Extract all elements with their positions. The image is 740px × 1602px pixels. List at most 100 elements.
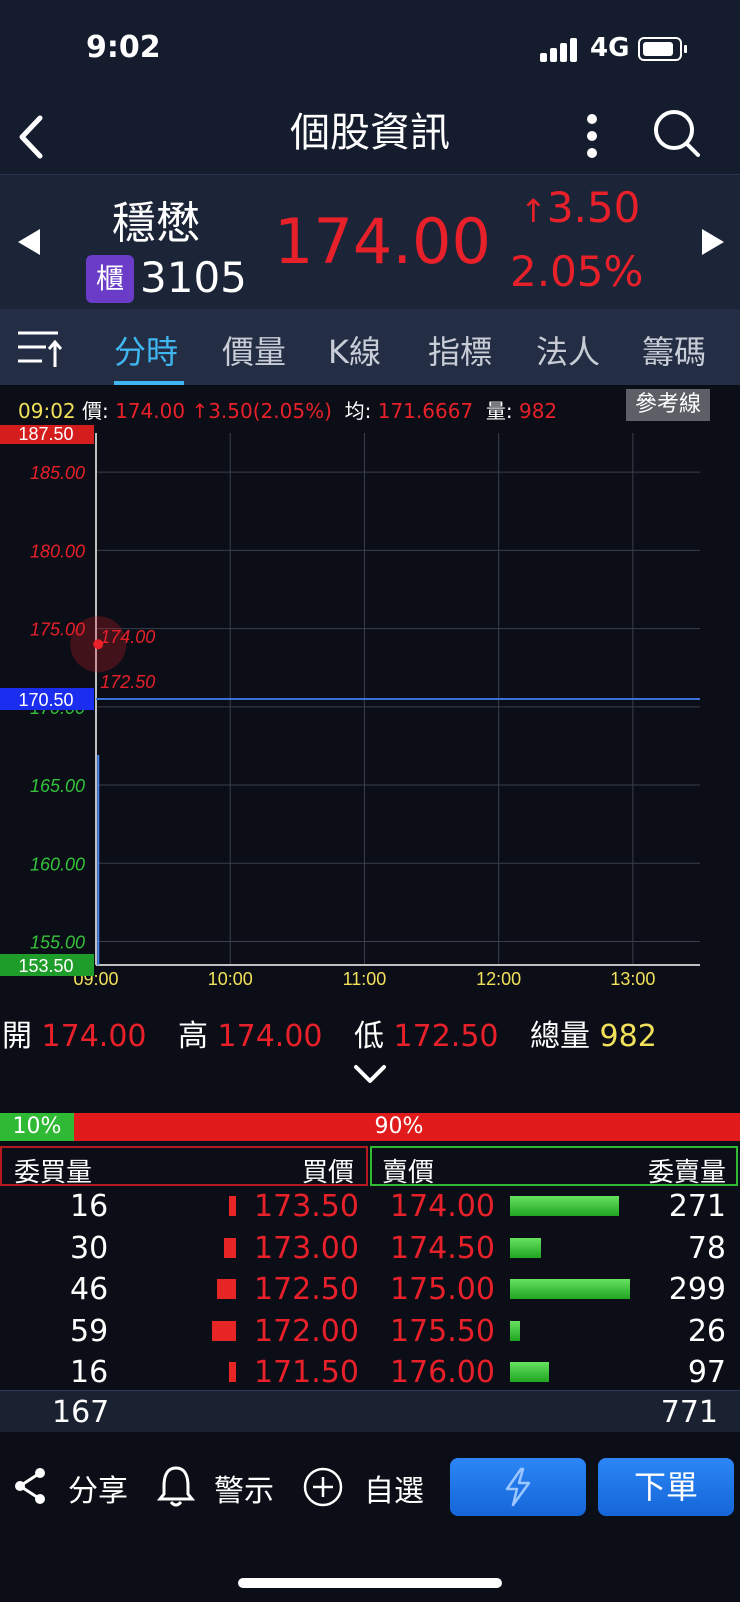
order-book-row[interactable]: 59 172.00 175.50 26 (0, 1311, 740, 1352)
buy-qty-bar (212, 1320, 236, 1341)
buy-qty-bar (217, 1279, 236, 1299)
share-icon[interactable] (12, 1466, 48, 1506)
next-stock-icon[interactable] (700, 227, 726, 257)
price-change-pct: 2.05% (510, 247, 644, 296)
buy-qty: 16 (70, 1355, 109, 1390)
tab-price-volume[interactable]: 價量 (222, 327, 286, 373)
bell-icon[interactable] (156, 1464, 196, 1508)
add-circle-icon[interactable] (302, 1466, 344, 1508)
buy-qty-bar (229, 1196, 236, 1216)
tab-time-share[interactable]: 分時 (114, 327, 178, 373)
open-item: 開 174.00 (2, 1011, 147, 1055)
info-avg-label: 均: (344, 399, 372, 423)
sell-qty-bar (510, 1196, 619, 1216)
high-value: 174.00 (217, 1019, 323, 1054)
buy-price[interactable]: 172.00 (254, 1314, 359, 1349)
y-low-tag: 153.50 (18, 956, 73, 976)
point-high-label: 174.00 (100, 627, 155, 647)
buy-price[interactable]: 173.50 (254, 1189, 359, 1224)
watchlist-button[interactable]: 自選 (364, 1466, 424, 1510)
sell-total: 771 (660, 1395, 718, 1430)
bottom-toolbar: 分享 警示 自選 下單 (0, 1432, 740, 1602)
info-vol-label: 量: (485, 399, 513, 423)
sell-price[interactable]: 175.00 (390, 1272, 495, 1307)
info-time: 09:02 (18, 399, 76, 423)
alert-button[interactable]: 警示 (214, 1466, 274, 1510)
buy-qty-bar (229, 1362, 236, 1382)
search-icon[interactable] (652, 106, 702, 160)
sell-price[interactable]: 176.00 (390, 1355, 495, 1390)
tab-kline[interactable]: K線 (328, 327, 381, 373)
open-label: 開 (2, 1019, 32, 1054)
tab-institutional[interactable]: 法人 (536, 327, 600, 373)
more-icon[interactable] (580, 108, 604, 164)
battery-tip (684, 45, 687, 53)
chart-grid: 185.00180.00175.00170.00165.00160.00155.… (30, 433, 700, 989)
buy-price[interactable]: 171.50 (254, 1355, 359, 1390)
order-book-row[interactable]: 46 172.50 175.00 299 (0, 1269, 740, 1310)
home-indicator (238, 1578, 502, 1588)
high-label: 高 (178, 1019, 208, 1054)
prev-stock-icon[interactable] (16, 227, 42, 257)
up-arrow-icon: ↑ (520, 192, 547, 230)
info-line: 09:02 價: 174.00 ↑3.50(2.05%) 均: 171.6667… (18, 395, 557, 424)
sell-price[interactable]: 174.50 (390, 1231, 495, 1266)
reference-line-button[interactable]: 參考線 (626, 389, 710, 421)
volume-item: 總量 982 (530, 1011, 657, 1055)
buy-qty: 30 (70, 1230, 109, 1266)
stock-code: 3105 (140, 253, 247, 302)
volume-value: 982 (599, 1019, 657, 1054)
sell-qty-bar (510, 1320, 520, 1341)
sell-qty-header: 委賣量 (647, 1158, 726, 1188)
info-price: 174.00 (115, 399, 186, 423)
x-tick-label: 13:00 (610, 969, 655, 989)
buy-price-header: 買價 (301, 1158, 354, 1188)
x-tick-label: 12:00 (476, 969, 521, 989)
intraday-chart[interactable]: 185.00180.00175.00170.00165.00160.00155.… (0, 425, 740, 990)
tab-indicators[interactable]: 指標 (428, 327, 492, 373)
sell-header: 賣價 委賣量 (370, 1146, 738, 1188)
buy-qty: 16 (70, 1189, 109, 1224)
sell-qty: 26 (687, 1313, 726, 1349)
chevron-left-icon[interactable] (16, 112, 46, 162)
sell-ratio: 90% (374, 1114, 424, 1139)
order-book-row[interactable]: 16 171.50 176.00 97 (0, 1352, 740, 1393)
share-button[interactable]: 分享 (68, 1466, 128, 1510)
info-bar: 09:02 價: 174.00 ↑3.50(2.05%) 均: 171.6667… (0, 385, 740, 425)
y-tick-label: 180.00 (30, 541, 85, 561)
buy-qty: 46 (70, 1272, 109, 1307)
sell-qty-bar (510, 1237, 541, 1258)
sell-qty-bar (510, 1279, 630, 1299)
sort-menu-icon[interactable] (16, 329, 62, 369)
buy-ratio: 10% (0, 1113, 74, 1141)
chevron-down-icon[interactable] (352, 1062, 388, 1086)
sell-price[interactable]: 174.00 (390, 1189, 495, 1224)
buy-qty-header: 委買量 (14, 1158, 93, 1188)
y-tick-label: 155.00 (30, 933, 85, 953)
buy-qty: 59 (70, 1313, 109, 1349)
buy-price[interactable]: 173.00 (254, 1231, 359, 1266)
info-price-label: 價: (82, 399, 109, 423)
status-bar: 9:02 4G (0, 0, 740, 100)
tab-chips[interactable]: 籌碼 (642, 327, 706, 373)
info-vol: 982 (518, 399, 558, 423)
info-avg: 171.6667 (377, 399, 474, 423)
sell-price[interactable]: 175.50 (390, 1314, 495, 1349)
buy-qty-bar (224, 1237, 236, 1258)
lightning-icon (505, 1467, 531, 1507)
ohlc-summary: 開 174.00 高 174.00 低 172.50 總量 982 (0, 1005, 740, 1055)
y-high-tag: 187.50 (18, 425, 73, 444)
book-totals: 167 771 (0, 1390, 740, 1432)
y-ref-tag: 170.50 (18, 690, 73, 710)
order-book-row[interactable]: 16 173.50 174.00 271 (0, 1186, 740, 1227)
low-item: 低 172.50 (354, 1011, 499, 1055)
buy-price[interactable]: 172.50 (254, 1272, 359, 1307)
order-book-row[interactable]: 30 173.00 174.50 78 (0, 1228, 740, 1269)
y-tick-label: 165.00 (30, 776, 85, 796)
order-button[interactable]: 下單 (598, 1458, 734, 1516)
quote-header: 穩懋 櫃 3105 174.00 ↑3.50 2.05% (0, 174, 740, 309)
quick-order-button[interactable] (450, 1458, 586, 1516)
buy-total: 167 (52, 1395, 110, 1430)
point-low-label: 172.50 (100, 672, 155, 692)
sell-qty-bar (510, 1362, 549, 1382)
